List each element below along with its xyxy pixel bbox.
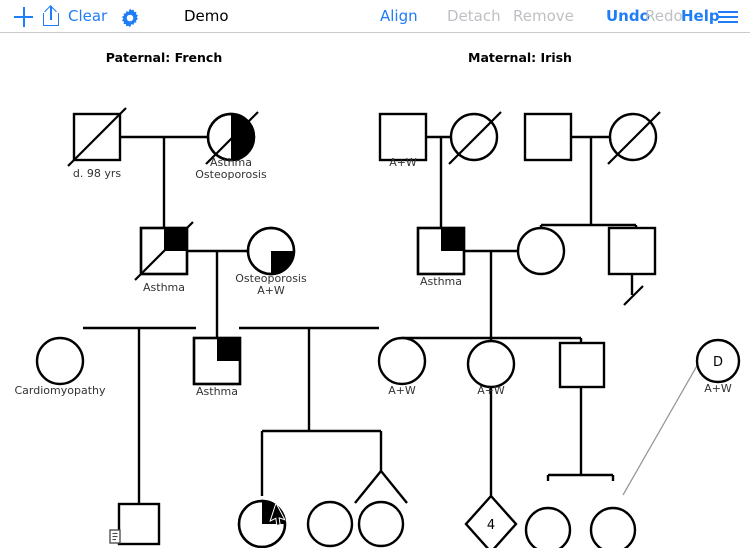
female-symbol[interactable] [451,114,497,160]
male-symbol[interactable] [525,114,571,160]
person-node-male[interactable] [119,504,159,544]
menu-line [718,11,738,13]
person-node-male[interactable] [609,228,655,274]
remove-button: Remove [513,0,574,33]
person-label: d. 98 yrs [73,167,122,180]
donor-letter: D [713,355,723,370]
person-label: Osteoporosis [195,168,267,181]
person-node-male[interactable]: Asthma [194,338,240,398]
redo-button: Redo [645,0,683,33]
male-symbol[interactable] [560,343,604,387]
help-button[interactable]: Help [681,0,720,33]
person-node-female[interactable] [591,508,635,548]
male-symbol[interactable] [380,114,426,160]
person-label: Cardiomyopathy [15,384,106,397]
person-label: A+W [388,384,416,397]
person-node-female[interactable]: Osteoporosis A+W [235,228,307,297]
person-node-female-deceased[interactable]: Asthma Osteoporosis [195,112,267,181]
person-node-male[interactable]: A+W [380,114,426,169]
person-label: Asthma [420,275,462,288]
gear-icon[interactable] [118,0,142,33]
undo-button[interactable]: Undo [606,0,650,33]
twin-branch [381,471,407,503]
person-node-male-deceased[interactable]: Asthma [135,222,193,294]
person-node-female[interactable]: A+W [468,341,514,397]
person-label: Asthma [196,385,238,398]
add-person-button[interactable] [14,0,34,33]
person-node-female[interactable]: A+W [526,508,570,548]
menu-line [718,16,738,18]
male-symbol[interactable] [609,228,655,274]
female-symbol[interactable] [308,502,352,546]
clear-button[interactable]: Clear [68,0,107,33]
person-node-female[interactable] [518,228,564,274]
align-button[interactable]: Align [380,0,418,33]
person-node-female[interactable]: A+W [308,502,352,548]
document-title: Demo [184,0,229,33]
genogram-canvas[interactable]: Paternal: French Maternal: Irish d. 98 y… [0,33,750,548]
person-node-male-deceased[interactable]: d. 98 yrs [68,108,126,180]
paternal-section-title: Paternal: French [106,50,222,65]
person-label: Asthma [143,281,185,294]
terminated-pregnancy-slash [624,286,643,305]
person-label: A+W [704,382,732,395]
female-symbol[interactable] [518,228,564,274]
person-node-female-deceased[interactable] [449,112,501,164]
person-node-male[interactable]: Asthma [418,228,464,288]
female-symbol[interactable] [526,508,570,548]
person-label: A+W [257,284,285,297]
person-node-multiple[interactable]: 4 [466,496,516,548]
person-label: A+W [477,384,505,397]
female-symbol[interactable] [379,338,425,384]
detach-button: Detach [447,0,501,33]
female-symbol[interactable] [591,508,635,548]
app-toolbar: Clear Demo Align Detach Remove Undo Redo… [0,0,750,33]
genogram-diagram[interactable]: Paternal: French Maternal: Irish d. 98 y… [0,33,750,548]
female-symbol[interactable] [468,341,514,387]
menu-line [718,21,738,23]
person-node-female[interactable]: Cardiomyopathy [15,338,106,397]
hamburger-menu-icon[interactable] [718,0,740,33]
female-symbol[interactable] [359,502,403,546]
person-node-female[interactable]: A+W [379,338,425,397]
affected-quadrant-upper-right [441,228,464,251]
person-label: A+W [389,156,417,169]
person-node-donor[interactable]: D A+W [697,340,739,395]
share-icon[interactable] [42,0,62,33]
male-symbol[interactable] [119,504,159,544]
person-node-male[interactable] [525,114,571,160]
female-symbol[interactable] [37,338,83,384]
female-symbol[interactable] [610,114,656,160]
person-node-female[interactable]: A+W [359,502,403,548]
twin-branch [355,471,381,503]
person-node-male[interactable] [560,343,604,387]
multiple-count: 4 [487,518,495,533]
maternal-section-title: Maternal: Irish [468,50,572,65]
note-icon[interactable] [110,530,120,543]
person-node-female-deceased[interactable] [608,112,660,164]
affected-quadrant-upper-right [217,338,240,361]
relationship-lines [83,137,643,504]
